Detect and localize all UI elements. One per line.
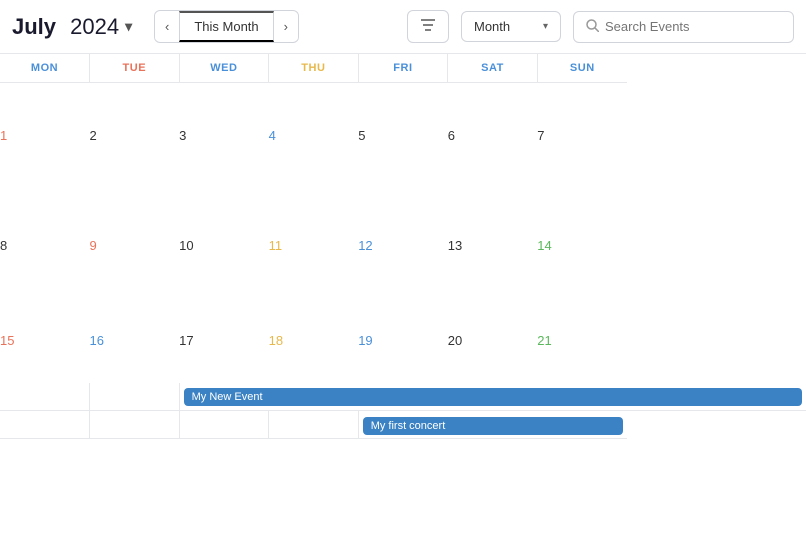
day-number: 20: [448, 333, 538, 348]
day-number: 9: [90, 238, 180, 253]
calendar-day[interactable]: 11: [269, 193, 359, 303]
event-row-week-3-row-2: My first concert: [0, 411, 806, 439]
view-select[interactable]: Month ▾: [461, 11, 561, 42]
day-number: 16: [90, 333, 180, 348]
month-dropdown-icon[interactable]: ▾: [125, 18, 132, 35]
day-number: 2: [90, 128, 180, 143]
event-cell: My first concert: [358, 411, 627, 439]
calendar-day[interactable]: 3: [179, 83, 269, 193]
filter-button[interactable]: [407, 10, 449, 43]
day-header-wed: WED: [179, 54, 269, 83]
day-number: 21: [537, 333, 627, 348]
day-number: 15: [0, 333, 90, 348]
event-bar[interactable]: My New Event: [184, 388, 802, 406]
day-number: 13: [448, 238, 538, 253]
month-title: July 2024 ▾: [12, 14, 142, 40]
calendar-day[interactable]: 4: [269, 83, 359, 193]
calendar-day[interactable]: 21: [537, 303, 627, 383]
day-header-mon: MON: [0, 54, 90, 83]
calendar-day[interactable]: 2: [90, 83, 180, 193]
event-empty-cell: [179, 411, 269, 439]
calendar-day[interactable]: 6: [448, 83, 538, 193]
calendar-header: July 2024 ▾ ‹ This Month › Month ▾: [0, 0, 806, 54]
prev-button[interactable]: ‹: [155, 13, 179, 40]
week-row-1: 1234567: [0, 83, 806, 193]
calendar-day[interactable]: 14: [537, 193, 627, 303]
event-empty-cell: [0, 383, 90, 411]
calendar-grid: MONTUEWEDTHUFRISATSUN 123456789101112131…: [0, 54, 806, 439]
week-row-3: 15161718192021: [0, 303, 806, 383]
day-number: 6: [448, 128, 538, 143]
calendar-day[interactable]: 13: [448, 193, 538, 303]
event-empty-cell: [90, 383, 180, 411]
calendar-day[interactable]: 15: [0, 303, 90, 383]
event-cell: My New Event: [179, 383, 806, 411]
calendar-day[interactable]: 20: [448, 303, 538, 383]
next-button[interactable]: ›: [274, 13, 298, 40]
calendar-day[interactable]: 5: [358, 83, 448, 193]
event-empty-cell: [0, 411, 90, 439]
calendar-day[interactable]: 17: [179, 303, 269, 383]
view-chevron-icon: ▾: [543, 21, 548, 32]
day-number: 3: [179, 128, 269, 143]
year-label: 2024: [70, 14, 119, 40]
calendar-day[interactable]: 10: [179, 193, 269, 303]
day-header-sat: SAT: [448, 54, 538, 83]
calendar-day[interactable]: 1: [0, 83, 90, 193]
day-number: 10: [179, 238, 269, 253]
day-number: 11: [269, 238, 359, 253]
calendar-day[interactable]: 12: [358, 193, 448, 303]
nav-group: ‹ This Month ›: [154, 10, 299, 43]
day-header-thu: THU: [269, 54, 359, 83]
calendar-day[interactable]: 8: [0, 193, 90, 303]
calendar-day[interactable]: 18: [269, 303, 359, 383]
week-row-2: 891011121314: [0, 193, 806, 303]
day-header-tue: TUE: [90, 54, 180, 83]
day-number: 5: [358, 128, 448, 143]
calendar-wrapper: MONTUEWEDTHUFRISATSUN 123456789101112131…: [0, 54, 806, 439]
day-number: 12: [358, 238, 448, 253]
filter-icon: [420, 18, 436, 35]
day-header-sun: SUN: [537, 54, 627, 83]
search-box: [573, 11, 794, 43]
day-header-fri: FRI: [358, 54, 448, 83]
event-bar[interactable]: My first concert: [363, 417, 623, 435]
day-number: 19: [358, 333, 448, 348]
calendar-day[interactable]: 9: [90, 193, 180, 303]
day-number: 7: [537, 128, 627, 143]
event-row-week-3-row-1: My New Event: [0, 383, 806, 411]
view-label: Month: [474, 19, 510, 34]
day-number: 14: [537, 238, 627, 253]
this-month-button[interactable]: This Month: [179, 11, 273, 42]
day-number: 1: [0, 128, 90, 143]
day-number: 17: [179, 333, 269, 348]
days-header-row: MONTUEWEDTHUFRISATSUN: [0, 54, 806, 83]
calendar-day[interactable]: 7: [537, 83, 627, 193]
search-input[interactable]: [605, 19, 781, 34]
day-number: 8: [0, 238, 90, 253]
search-icon: [586, 19, 599, 35]
calendar-day[interactable]: 19: [358, 303, 448, 383]
day-number: 4: [269, 128, 359, 143]
event-empty-cell: [90, 411, 180, 439]
day-number: 18: [269, 333, 359, 348]
month-label: July: [12, 14, 56, 40]
calendar-day[interactable]: 16: [90, 303, 180, 383]
event-empty-cell: [269, 411, 359, 439]
